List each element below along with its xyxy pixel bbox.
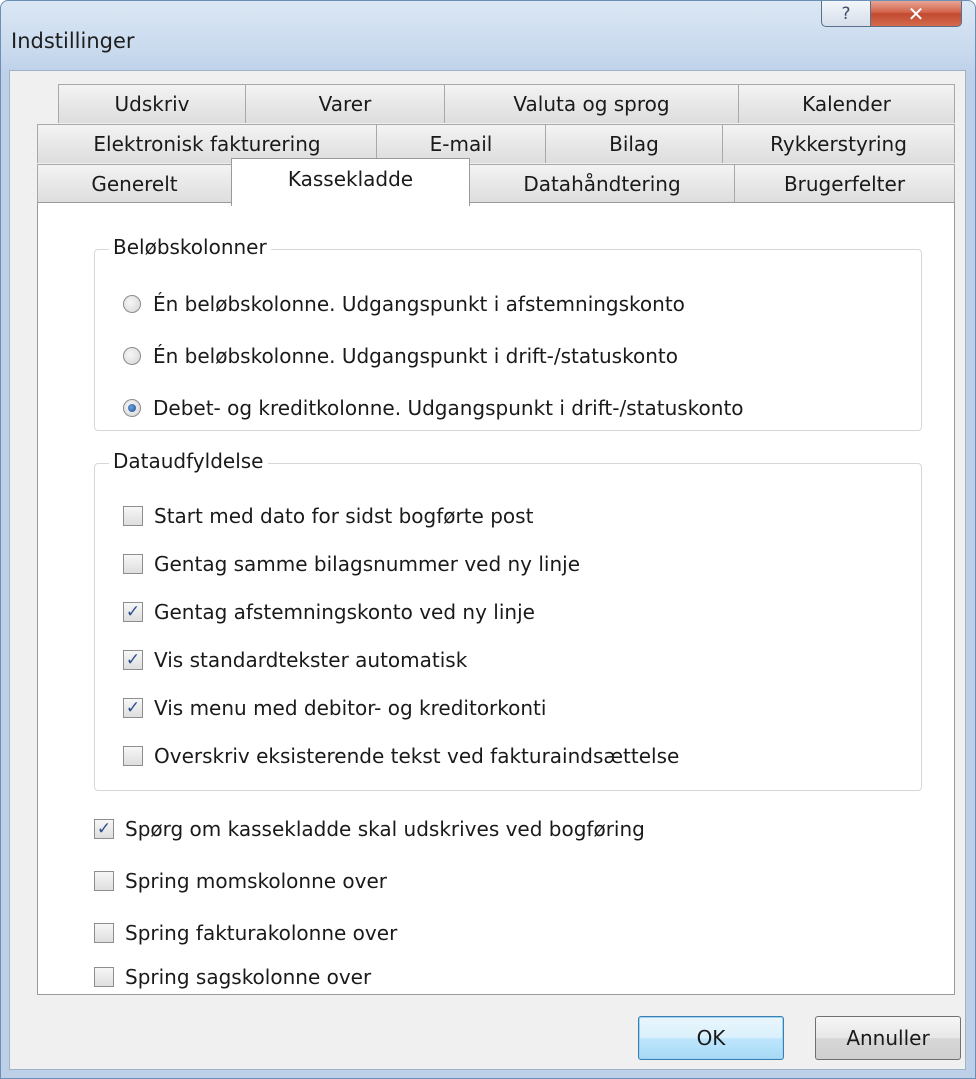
tab-generelt[interactable]: Generelt xyxy=(37,164,232,203)
group-title: Beløbskolonner xyxy=(109,235,271,259)
tab-kalender[interactable]: Kalender xyxy=(738,84,955,123)
radio-label: Én beløbskolonne. Udgangspunkt i afstemn… xyxy=(153,292,685,316)
checkbox[interactable] xyxy=(123,554,143,574)
radio-option[interactable]: Én beløbskolonne. Udgangspunkt i afstemn… xyxy=(123,292,685,316)
close-button[interactable]: ✕ xyxy=(870,1,962,27)
radio-button[interactable] xyxy=(123,295,141,313)
checkbox[interactable] xyxy=(94,923,114,943)
checkbox-checked[interactable]: ✓ xyxy=(123,602,143,622)
tab-rykkerstyring[interactable]: Rykkerstyring xyxy=(722,124,955,163)
checkbox-label: Spring momskolonne over xyxy=(125,869,388,893)
group-dataudfyldelse: Dataudfyldelse Start med dato for sidst … xyxy=(94,449,922,791)
ok-button[interactable]: OK xyxy=(638,1016,784,1060)
help-button[interactable]: ? xyxy=(821,1,871,27)
checkbox-label: Vis menu med debitor- og kreditorkonti xyxy=(154,696,547,720)
checkbox-option[interactable]: ✓ Spørg om kassekladde skal udskrives ve… xyxy=(94,817,645,841)
window-title: Indstillinger xyxy=(11,29,135,53)
radio-option[interactable]: Én beløbskolonne. Udgangspunkt i drift-/… xyxy=(123,344,678,368)
checkbox-checked[interactable]: ✓ xyxy=(123,650,143,670)
checkbox-option[interactable]: Start med dato for sidst bogførte post xyxy=(123,504,533,528)
radio-label: Debet- og kreditkolonne. Udgangspunkt i … xyxy=(153,396,744,420)
tab-panel-kassekladde: Beløbskolonner Én beløbskolonne. Udgangs… xyxy=(37,202,955,995)
checkbox[interactable] xyxy=(123,506,143,526)
checkbox-label: Start med dato for sidst bogførte post xyxy=(154,504,534,528)
group-belobskolonner: Beløbskolonner Én beløbskolonne. Udgangs… xyxy=(94,235,922,431)
cancel-button[interactable]: Annuller xyxy=(815,1016,961,1060)
checkbox-option[interactable]: Spring momskolonne over xyxy=(94,869,387,893)
tab-kassekladde[interactable]: Kassekladde xyxy=(231,158,470,206)
checkbox-label: Gentag samme bilagsnummer ved ny linje xyxy=(154,552,581,576)
tab-bilag[interactable]: Bilag xyxy=(545,124,723,163)
tab-datahandtering[interactable]: Datahåndtering xyxy=(469,164,735,203)
tab-varer[interactable]: Varer xyxy=(245,84,445,123)
group-title: Dataudfyldelse xyxy=(109,449,268,473)
checkbox-label: Gentag afstemningskonto ved ny linje xyxy=(154,600,535,624)
checkbox-option[interactable]: Spring sagskolonne over xyxy=(94,965,371,989)
radio-option[interactable]: Debet- og kreditkolonne. Udgangspunkt i … xyxy=(123,396,744,420)
checkbox[interactable] xyxy=(123,746,143,766)
checkbox-checked[interactable]: ✓ xyxy=(94,819,114,839)
checkbox-label: Overskriv eksisterende tekst ved faktura… xyxy=(154,744,680,768)
checkbox-option[interactable]: ✓ Vis standardtekster automatisk xyxy=(123,648,467,672)
checkbox-label: Spring fakturakolonne over xyxy=(125,921,398,945)
checkbox-label: Spring sagskolonne over xyxy=(125,965,372,989)
tab-valuta-og-sprog[interactable]: Valuta og sprog xyxy=(444,84,739,123)
tab-udskriv[interactable]: Udskriv xyxy=(58,84,246,123)
radio-button-selected[interactable] xyxy=(123,399,141,417)
checkbox-option[interactable]: Gentag samme bilagsnummer ved ny linje xyxy=(123,552,580,576)
checkbox-label: Spørg om kassekladde skal udskrives ved … xyxy=(125,817,645,841)
checkbox-option[interactable]: Overskriv eksisterende tekst ved faktura… xyxy=(123,744,679,768)
help-icon: ? xyxy=(841,3,851,24)
close-icon: ✕ xyxy=(907,1,925,26)
tab-brugerfelter[interactable]: Brugerfelter xyxy=(734,164,955,203)
radio-label: Én beløbskolonne. Udgangspunkt i drift-/… xyxy=(153,344,678,368)
checkbox-option[interactable]: Spring fakturakolonne over xyxy=(94,921,397,945)
checkbox-option[interactable]: ✓ Gentag afstemningskonto ved ny linje xyxy=(123,600,535,624)
checkbox-checked[interactable]: ✓ xyxy=(123,698,143,718)
checkbox-label: Vis standardtekster automatisk xyxy=(154,648,468,672)
radio-button[interactable] xyxy=(123,347,141,365)
checkbox[interactable] xyxy=(94,967,114,987)
checkbox[interactable] xyxy=(94,871,114,891)
checkbox-option[interactable]: ✓ Vis menu med debitor- og kreditorkonti xyxy=(123,696,546,720)
